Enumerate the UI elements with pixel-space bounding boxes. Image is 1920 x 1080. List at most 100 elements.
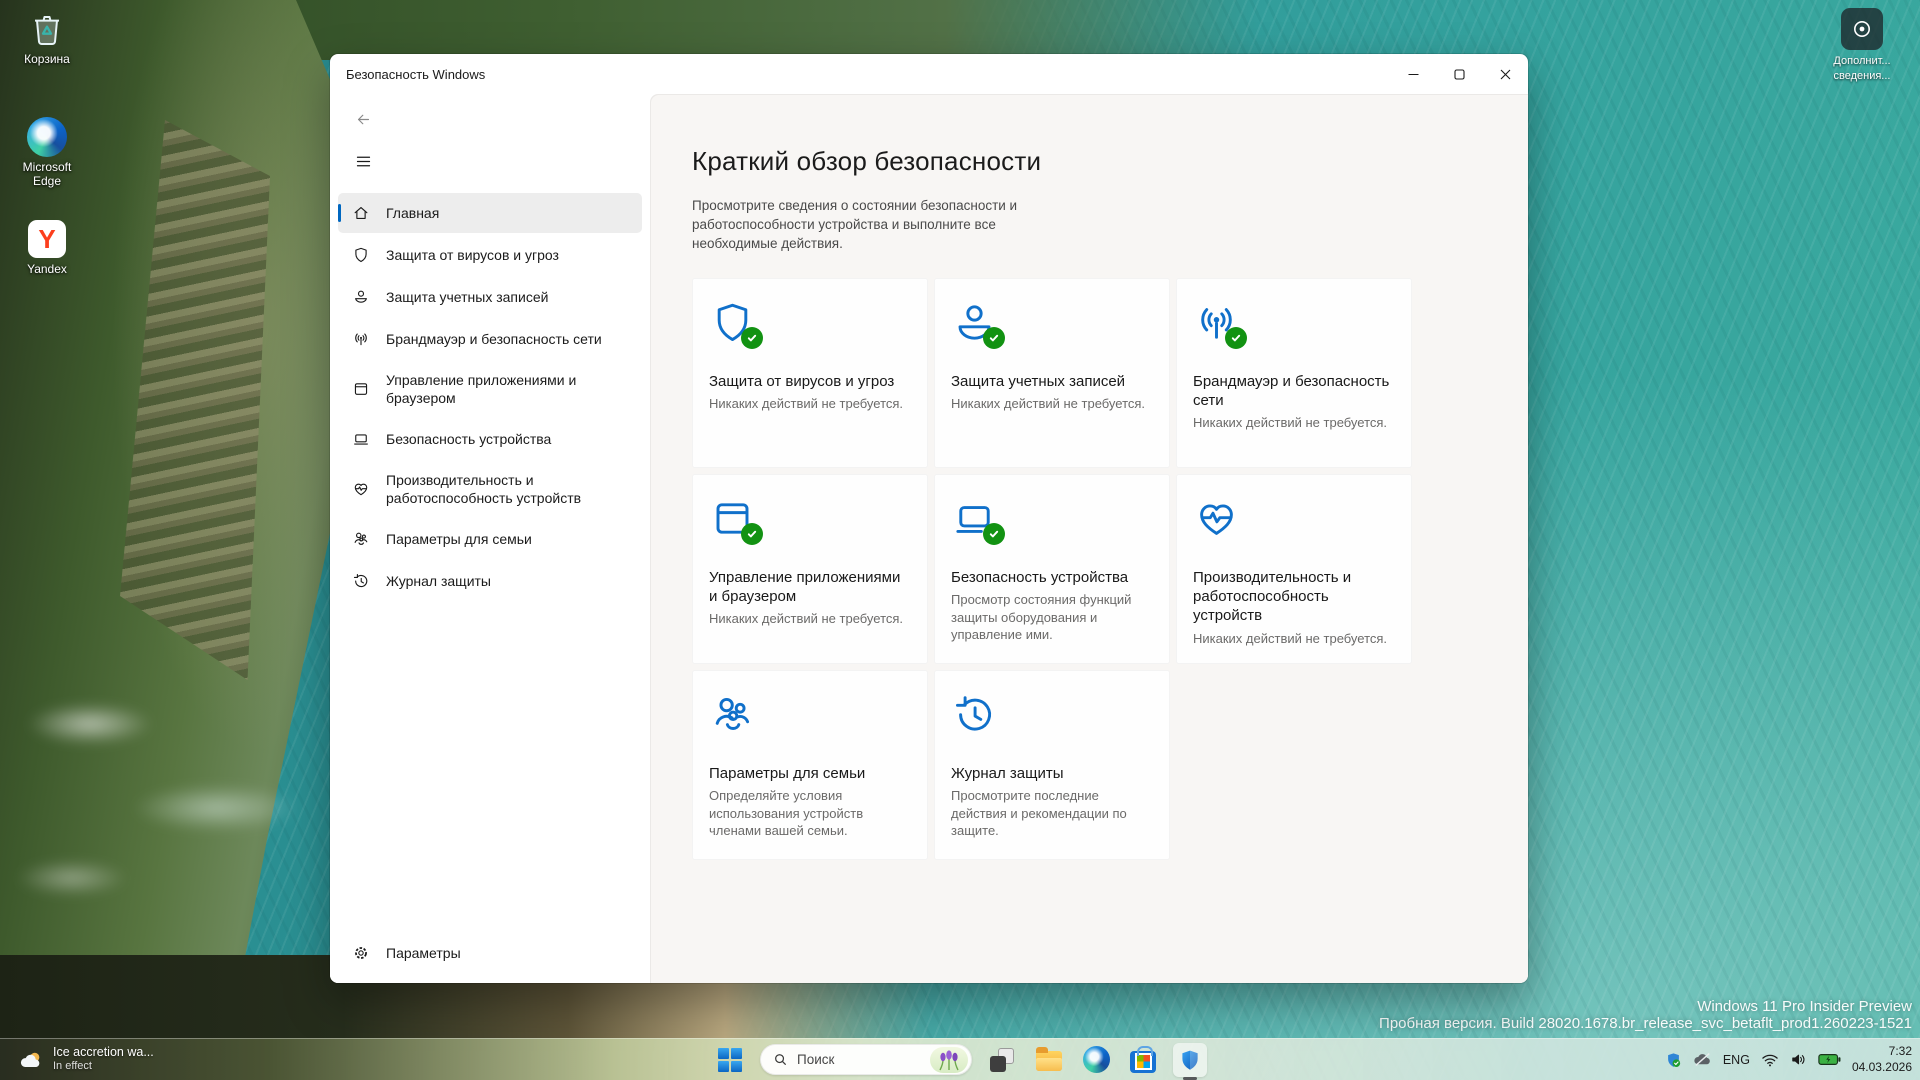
file-explorer-button[interactable] [1032, 1043, 1066, 1077]
sidebar-item-label: Безопасность устройства [386, 430, 552, 447]
app-window-icon [352, 380, 372, 398]
desktop-icon-yandex[interactable]: Y Yandex [8, 218, 86, 277]
language-indicator[interactable]: ENG [1723, 1053, 1750, 1067]
insider-watermark: Windows 11 Pro Insider Preview Пробная в… [1379, 998, 1912, 1032]
sidebar-item-label: Защита от вирусов и угроз [386, 246, 559, 263]
onedrive-paused-icon[interactable] [1693, 1052, 1712, 1067]
window-titlebar[interactable]: Безопасность Windows [330, 54, 1528, 94]
card-title: Безопасность устройства [951, 569, 1129, 586]
sidebar-item-app-browser-control[interactable]: Управление приложениями и браузером [338, 361, 642, 417]
card-status: Никаких действий не требуется. [709, 396, 904, 412]
card-status: Никаких действий не требуется. [1193, 630, 1388, 646]
sidebar-item-device-performance[interactable]: Производительность и работоспособность у… [338, 461, 642, 517]
gear-icon [352, 944, 372, 962]
sidebar-item-protection-history[interactable]: Журнал защиты [338, 561, 642, 601]
desktop-icon-microsoft-edge[interactable]: Microsoft Edge [8, 116, 86, 189]
system-tray: ENG 7:32 04.03.2026 [1665, 1039, 1912, 1080]
page-title: Краткий обзор безопасности [692, 146, 1042, 176]
spotlight-learn-more[interactable]: Дополнит... сведения... [1826, 8, 1898, 83]
status-ok-badge [1225, 327, 1247, 349]
card-account-protection[interactable]: Защита учетных записей Никаких действий … [934, 278, 1170, 468]
sidebar-nav: Главная Защита от вирусов и угроз Защита… [330, 192, 650, 602]
widgets-alert-status: In effect [53, 1060, 92, 1073]
start-button[interactable] [713, 1043, 747, 1077]
card-virus-threat-protection[interactable]: Защита от вирусов и угроз Никаких действ… [692, 278, 928, 468]
yandex-icon: Y [26, 218, 68, 260]
laptop-icon [352, 430, 372, 448]
person-icon [352, 288, 372, 306]
battery-icon[interactable] [1818, 1053, 1841, 1066]
card-app-browser-control[interactable]: Управление приложениями и браузером Ника… [692, 474, 928, 664]
tray-security-shield-icon[interactable] [1665, 1051, 1682, 1069]
card-title: Защита от вирусов и угроз [709, 373, 895, 390]
status-ok-badge [983, 327, 1005, 349]
network-antenna-icon [1193, 299, 1247, 349]
back-button[interactable] [346, 104, 380, 134]
sidebar-item-device-security[interactable]: Безопасность устройства [338, 419, 642, 459]
windows-security-window: Безопасность Windows Главная Защита от в… [330, 54, 1528, 983]
history-icon [352, 572, 372, 590]
task-view-icon [990, 1047, 1014, 1072]
sidebar-item-virus-protection[interactable]: Защита от вирусов и угроз [338, 235, 642, 275]
card-family-options[interactable]: Параметры для семьи Определяйте условия … [692, 670, 928, 860]
card-title: Управление приложениями и браузером [709, 569, 901, 606]
close-button[interactable] [1482, 54, 1528, 94]
sidebar-item-family-options[interactable]: Параметры для семьи [338, 519, 642, 559]
heart-pulse-icon [352, 480, 372, 498]
taskbar-clock[interactable]: 7:32 04.03.2026 [1852, 1044, 1912, 1075]
sidebar-item-label: Управление приложениями и браузером [386, 371, 577, 406]
sidebar-item-firewall-network[interactable]: Брандмауэр и безопасность сети [338, 319, 642, 359]
page-subtitle: Просмотрите сведения о состоянии безопас… [692, 198, 1018, 252]
weather-cloud-icon [18, 1047, 44, 1073]
desktop-icon-recycle-bin[interactable]: Корзина [8, 8, 86, 67]
home-icon [352, 204, 372, 222]
task-view-button[interactable] [985, 1043, 1019, 1077]
sidebar-item-label: Брандмауэр и безопасность сети [386, 330, 602, 347]
tray-time: 7:32 [1888, 1043, 1912, 1058]
sidebar-item-label: Параметры для семьи [386, 530, 532, 547]
card-device-performance[interactable]: Производительность и работоспособность у… [1176, 474, 1412, 664]
wallpaper-surf [0, 640, 360, 920]
recycle-bin-icon [26, 8, 68, 50]
card-status: Определяйте условия использования устрой… [709, 788, 864, 839]
card-title: Журнал защиты [951, 765, 1064, 782]
store-icon [1130, 1045, 1156, 1073]
maximize-button[interactable] [1436, 54, 1482, 94]
wifi-icon[interactable] [1761, 1053, 1779, 1067]
spotlight-label-line1: Дополнит... [1833, 55, 1891, 67]
shield-icon [709, 299, 763, 349]
card-status: Просмотр состояния функций защиты оборуд… [951, 592, 1132, 643]
settings-label: Параметры [386, 944, 461, 961]
sidebar-item-account-protection[interactable]: Защита учетных записей [338, 277, 642, 317]
settings-button[interactable]: Параметры [338, 935, 475, 971]
security-shield-icon [1182, 1050, 1198, 1070]
status-ok-badge [741, 327, 763, 349]
microsoft-store-button[interactable] [1126, 1043, 1160, 1077]
hamburger-menu-button[interactable] [346, 146, 380, 176]
history-icon [951, 691, 998, 738]
laptop-icon [951, 495, 1005, 545]
desktop-icon-label: Yandex [27, 262, 67, 276]
windows-security-button-active[interactable] [1173, 1042, 1207, 1077]
search-icon [773, 1052, 788, 1067]
card-firewall-network[interactable]: Брандмауэр и безопасность сети Никаких д… [1176, 278, 1412, 468]
window-title: Безопасность Windows [346, 66, 486, 82]
card-device-security[interactable]: Безопасность устройства Просмотр состоян… [934, 474, 1170, 664]
status-ok-badge [741, 523, 763, 545]
search-highlight-image [930, 1046, 968, 1073]
widgets-button[interactable]: Ice accretion wa... In effect [10, 1039, 162, 1080]
spotlight-icon [1841, 8, 1883, 50]
desktop-icon-label: Microsoft Edge [22, 160, 72, 188]
watermark-line1: Windows 11 Pro Insider Preview [1697, 998, 1912, 1015]
taskbar-search[interactable]: Поиск [760, 1044, 972, 1075]
search-placeholder: Поиск [797, 1052, 835, 1067]
sidebar-item-label: Защита учетных записей [386, 288, 549, 305]
sidebar-item-label: Журнал защиты [386, 572, 491, 589]
minimize-button[interactable] [1390, 54, 1436, 94]
desktop-icon-label: Корзина [24, 52, 70, 66]
sidebar-item-home[interactable]: Главная [338, 193, 642, 233]
security-cards-grid: Защита от вирусов и угроз Никаких действ… [692, 278, 1412, 860]
card-protection-history[interactable]: Журнал защиты Просмотрите последние дейс… [934, 670, 1170, 860]
volume-icon[interactable] [1790, 1052, 1807, 1067]
edge-browser-button[interactable] [1079, 1043, 1113, 1077]
